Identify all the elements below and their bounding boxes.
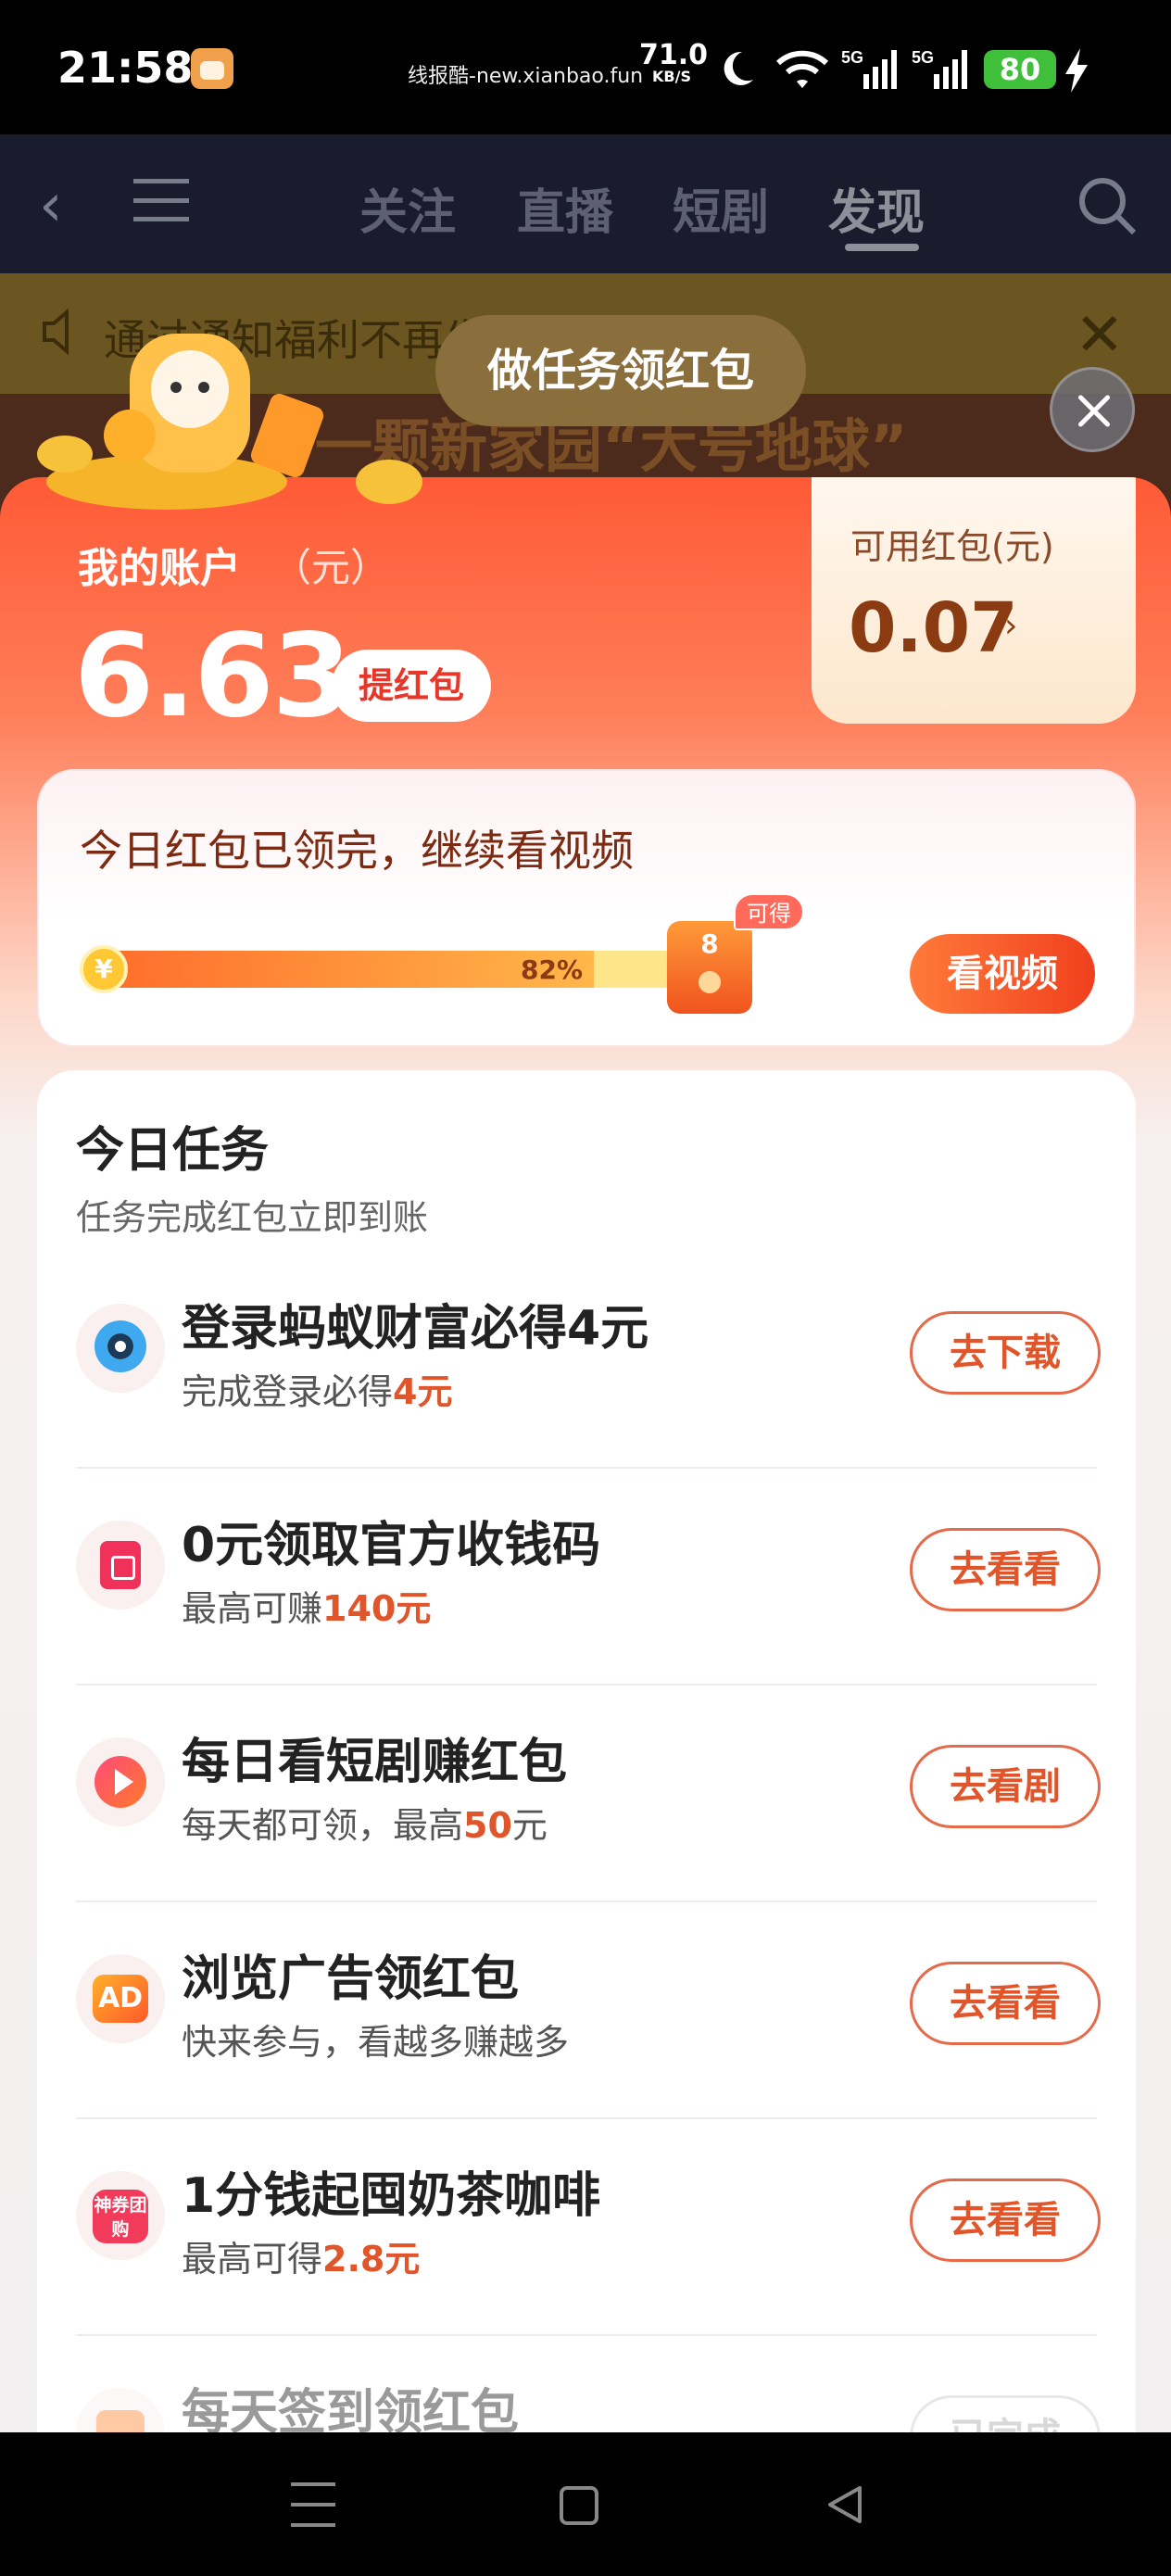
signal-icon: 5G [841,48,897,89]
menu-icon [133,179,189,221]
account-unit: （元） [272,545,390,590]
signal-2-label: 5G [912,48,934,67]
ad-icon: AD [76,1954,165,2043]
status-site-label: 线报酷-new.xianbao.fun [408,65,644,88]
task-watch-drama-button[interactable]: 去看剧 [910,1745,1101,1828]
short-drama-play-icon [76,1737,165,1826]
watch-video-heading: 今日红包已领完，继续看视频 [80,826,634,876]
chevron-right-icon: › [1004,607,1018,645]
popup-title: 做任务领红包 [435,315,806,426]
available-redpacket-label: 可用红包(元) [850,526,1054,567]
tab-live: 直播 [517,185,614,241]
task-view-button[interactable]: 去看看 [910,1962,1101,2045]
tasks-subtitle: 任务完成红包立即到账 [76,1197,429,1238]
reward-tag: 可得 [734,893,804,930]
reward-redpacket-icon: 8 [667,921,752,1014]
active-tab-indicator [845,244,919,251]
tab-follow: 关注 [359,185,457,241]
task-desc: 快来参与，看越多赚越多 [182,2022,570,2063]
task-done-button[interactable]: 已完成 [910,2395,1101,2432]
available-redpacket-value: 0.07 [849,588,1018,668]
signal-1-label: 5G [841,48,863,67]
task-item: 每天签到领红包 已完成 [37,2336,1136,2432]
battery-icon: 80 [984,50,1056,89]
tab-discover: 发现 [828,185,925,241]
task-desc: 最高可赚140元 [182,1588,432,1629]
search-icon [1079,178,1137,235]
task-name: 每日看短剧赚红包 [182,1735,568,1790]
video-progress-label: 82% [521,954,584,985]
network-speed-value: 71.0 [639,39,709,71]
task-name: 1分钱起囤奶茶咖啡 [182,2168,601,2224]
video-progress-bar: 82% [85,951,706,988]
task-desc: 每天都可领，最高50元 [182,1805,548,1846]
task-item: 0元领取官方收钱码 最高可赚140元 去看看 [37,1469,1136,1686]
task-desc: 最高可得2.8元 [182,2239,421,2279]
account-label: 我的账户 [78,545,241,592]
task-desc: 完成登录必得4元 [182,1371,453,1412]
video-progress-fill [85,951,595,988]
moon-icon [724,51,753,85]
task-name: 浏览广告领红包 [182,1951,520,2007]
watch-video-button[interactable]: 看视频 [910,934,1095,1014]
status-bar: 21:58 线报酷-new.xianbao.fun 71.0 KB/S 5G 5… [0,0,1171,134]
status-time: 21:58 [57,43,194,93]
tasks-title: 今日任务 [76,1123,270,1179]
background-top-nav: ‹ 关注 直播 短剧 发现 [0,134,1171,273]
task-item: 登录蚂蚁财富必得4元 完成登录必得4元 去下载 [37,1252,1136,1469]
task-download-button[interactable]: 去下载 [910,1311,1101,1395]
coin-icon: ¥ [80,945,128,993]
payment-code-icon [76,1521,165,1610]
close-icon[interactable] [1050,367,1135,452]
account-balance: 6.63 [74,610,352,743]
task-view-button[interactable]: 去看看 [910,1528,1101,1611]
withdraw-button[interactable]: 提红包 [332,650,491,722]
nav-home-icon[interactable] [560,2486,598,2525]
available-redpacket-card[interactable]: 可用红包(元) 0.07 › [812,477,1136,724]
back-icon: ‹ [39,171,63,240]
ant-fortune-icon [76,1304,165,1393]
mascot-illustration [37,334,422,510]
task-item: 每日看短剧赚红包 每天都可领，最高50元 去看剧 [37,1686,1136,1902]
watch-video-card: 今日红包已领完，继续看视频 82% ¥ 8 可得 看视频 [37,769,1136,1047]
charging-bolt-icon [1065,48,1088,93]
task-item: AD 浏览广告领红包 快来参与，看越多赚越多 去看看 [37,1902,1136,2119]
wifi-icon [775,50,829,88]
system-nav-bar [0,2432,1171,2576]
task-name: 登录蚂蚁财富必得4元 [182,1301,649,1357]
shenquan-group-buy-icon: 神券团购 [76,2171,165,2260]
nav-menu-icon[interactable] [291,2482,335,2527]
calendar-checkin-icon [76,2388,165,2432]
task-redpacket-panel: 我的账户 （元） 6.63 提红包 可用红包(元) 0.07 › 今日红包已领完… [0,477,1171,2432]
task-item: 神券团购 1分钱起囤奶茶咖啡 最高可得2.8元 去看看 [37,2119,1136,2336]
app-badge-icon [191,48,233,89]
task-view-button[interactable]: 去看看 [910,2178,1101,2262]
tab-short-drama: 短剧 [673,185,770,241]
network-speed: 71.0 KB/S [639,42,708,85]
close-icon: ✕ [1075,301,1125,370]
task-name: 0元领取官方收钱码 [182,1518,601,1573]
task-name: 每天签到领红包 [182,2385,520,2432]
nav-back-icon[interactable] [823,2482,867,2527]
signal-icon: 5G [912,48,967,89]
daily-tasks-card: 今日任务 任务完成红包立即到账 登录蚂蚁财富必得4元 完成登录必得4元 去下载 … [37,1070,1136,2432]
